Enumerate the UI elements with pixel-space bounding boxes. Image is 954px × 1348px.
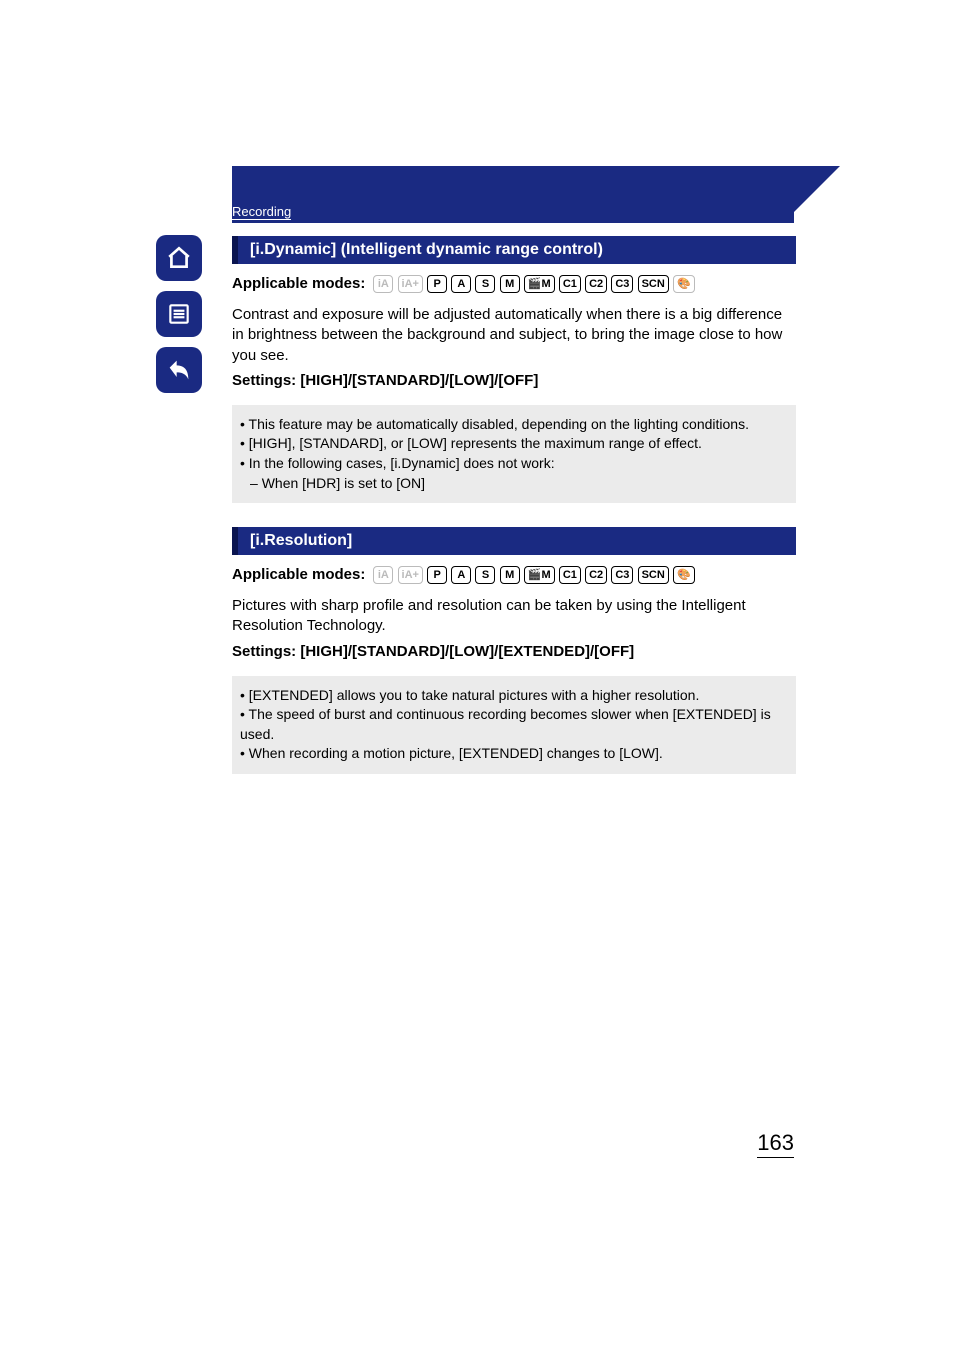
section2-notes: [EXTENDED] allows you to take natural pi…	[232, 676, 796, 774]
mode-chip: iA+	[398, 566, 423, 584]
section1-notes: This feature may be automatically disabl…	[232, 405, 796, 503]
mode-chip: M	[500, 275, 520, 293]
mode-chip: C1	[559, 566, 581, 584]
note-item: [HIGH], [STANDARD], or [LOW] represents …	[240, 434, 788, 454]
mode-chip: C3	[611, 566, 633, 584]
mode-chip: iA	[373, 566, 393, 584]
note-item: The speed of burst and continuous record…	[240, 705, 788, 744]
home-icon	[166, 245, 192, 271]
breadcrumb: Recording	[232, 204, 794, 223]
toc-icon	[166, 301, 192, 327]
section-title-iresolution: [i.Resolution]	[232, 527, 796, 555]
applicable-label: Applicable modes:	[232, 275, 365, 292]
note-subitem: When [HDR] is set to [ON]	[240, 474, 788, 494]
section1-settings: Settings: [HIGH]/[STANDARD]/[LOW]/[OFF]	[232, 372, 796, 389]
mode-chip: A	[451, 275, 471, 293]
mode-chip: iA+	[398, 275, 423, 293]
mode-chip: M	[500, 566, 520, 584]
header-corner	[794, 166, 840, 212]
note-item: [EXTENDED] allows you to take natural pi…	[240, 686, 788, 706]
mode-chip: C3	[611, 275, 633, 293]
mode-chip: A	[451, 566, 471, 584]
applicable-modes-row-2: Applicable modes: iA iA+ P A S M 🎬M C1 C…	[232, 565, 796, 584]
section2-settings: Settings: [HIGH]/[STANDARD]/[LOW]/[EXTEN…	[232, 643, 796, 660]
sidebar	[156, 235, 208, 403]
mode-chip: P	[427, 275, 447, 293]
mode-chip: 🎨	[673, 566, 695, 584]
mode-chip: S	[475, 566, 495, 584]
mode-chip: SCN	[638, 275, 669, 293]
note-item: This feature may be automatically disabl…	[240, 415, 788, 435]
home-button[interactable]	[156, 235, 202, 281]
section1-body: Contrast and exposure will be adjusted a…	[232, 305, 796, 366]
back-icon	[165, 356, 193, 384]
mode-chip: C1	[559, 275, 581, 293]
back-button[interactable]	[156, 347, 202, 393]
mode-chip: SCN	[638, 566, 669, 584]
breadcrumb-text: Recording	[232, 204, 291, 220]
mode-chip: 🎬M	[524, 566, 555, 584]
mode-chip: S	[475, 275, 495, 293]
page-number: 163	[757, 1130, 794, 1158]
toc-button[interactable]	[156, 291, 202, 337]
section-title-idynamic: [i.Dynamic] (Intelligent dynamic range c…	[232, 236, 796, 264]
section2-body: Pictures with sharp profile and resoluti…	[232, 596, 796, 637]
mode-chip: iA	[373, 275, 393, 293]
mode-chip: C2	[585, 275, 607, 293]
page-content: [i.Dynamic] (Intelligent dynamic range c…	[232, 236, 796, 798]
mode-chip: 🎬M	[524, 275, 555, 293]
note-item: When recording a motion picture, [EXTEND…	[240, 744, 788, 764]
applicable-label: Applicable modes:	[232, 566, 365, 583]
note-item: In the following cases, [i.Dynamic] does…	[240, 454, 788, 474]
mode-chip: P	[427, 566, 447, 584]
mode-chip: C2	[585, 566, 607, 584]
mode-chip: 🎨	[673, 275, 695, 293]
applicable-modes-row-1: Applicable modes: iA iA+ P A S M 🎬M C1 C…	[232, 274, 796, 293]
